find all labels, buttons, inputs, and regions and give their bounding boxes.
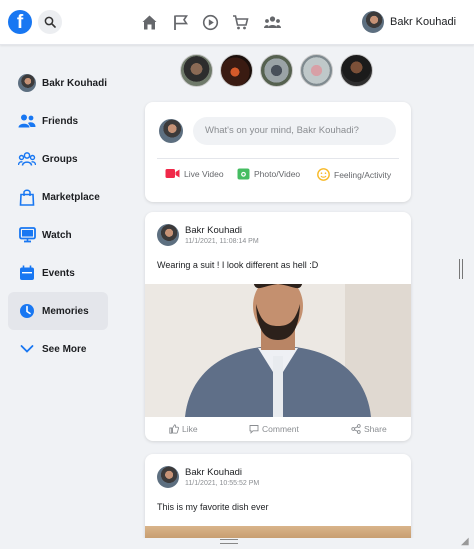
post-actions: Like Comment Share xyxy=(145,419,411,441)
comment-icon xyxy=(249,425,259,434)
groups-icon xyxy=(263,15,281,28)
photo-icon xyxy=(237,168,250,180)
post-text: Wearing a suit ! I look different as hel… xyxy=(157,260,319,270)
sidebar-item-label: See More xyxy=(42,343,87,355)
photo-video-button[interactable]: Photo/Video xyxy=(237,168,300,180)
sidebar-item-watch[interactable]: Watch xyxy=(8,216,108,254)
avatar[interactable] xyxy=(157,224,179,246)
top-navigation-bar: f Bakr Kouhadi xyxy=(0,0,474,45)
search-button[interactable] xyxy=(38,10,62,34)
groups-icon xyxy=(18,150,36,168)
events-icon xyxy=(18,264,36,282)
divider xyxy=(157,158,399,159)
groups-nav-button[interactable] xyxy=(262,12,282,32)
post-header: Bakr Kouhadi 11/1/2021, 11:08:14 PM xyxy=(157,224,259,246)
sidebar-item-label: Events xyxy=(42,267,75,279)
post-photo[interactable] xyxy=(145,284,411,417)
friends-icon xyxy=(18,112,36,130)
feeling-activity-label: Feeling/Activity xyxy=(334,169,392,180)
sidebar-item-groups[interactable]: Groups xyxy=(8,140,108,178)
home-icon xyxy=(142,15,156,29)
watch-nav-button[interactable] xyxy=(200,12,220,32)
flag-icon xyxy=(173,14,188,30)
avatar xyxy=(362,11,384,33)
avatar xyxy=(159,119,183,143)
feeling-activity-button[interactable]: Feeling/Activity xyxy=(317,168,391,181)
story-avatar[interactable] xyxy=(340,54,373,87)
avatar xyxy=(18,74,36,92)
avatar[interactable] xyxy=(157,466,179,488)
live-video-label: Live Video xyxy=(184,168,224,179)
marketplace-nav-button[interactable] xyxy=(230,12,250,32)
chevron-down-icon xyxy=(18,340,36,358)
sidebar-item-marketplace[interactable]: Marketplace xyxy=(8,178,108,216)
post-timestamp: 11/1/2021, 10:55:52 PM xyxy=(185,480,260,487)
composer-actions: Live Video Photo/Video Feeling/Activity xyxy=(145,168,411,188)
post-header: Bakr Kouhadi 11/1/2021, 10:55:52 PM xyxy=(157,466,259,488)
like-button[interactable]: Like xyxy=(169,424,198,434)
share-icon xyxy=(351,424,361,434)
search-icon xyxy=(44,16,56,28)
sidebar-item-label: Memories xyxy=(42,305,89,317)
story-avatar[interactable] xyxy=(260,54,293,87)
facebook-logo[interactable]: f xyxy=(8,10,32,34)
home-nav-button[interactable] xyxy=(139,12,159,32)
sidebar-item-label: Friends xyxy=(42,115,79,127)
post-text: This is my favorite dish ever xyxy=(157,502,269,512)
watch-icon xyxy=(202,14,218,30)
feed-post: Bakr Kouhadi 11/1/2021, 11:08:14 PM Wear… xyxy=(145,212,411,441)
video-camera-icon xyxy=(165,169,180,178)
sidebar-item-friends[interactable]: Friends xyxy=(8,102,108,140)
pages-nav-button[interactable] xyxy=(170,12,190,32)
sidebar-item-profile[interactable]: Bakr Kouhadi xyxy=(8,64,108,102)
profile-chip[interactable]: Bakr Kouhadi xyxy=(362,11,456,33)
sidebar-item-label: Watch xyxy=(42,229,72,241)
sidebar-item-label: Groups xyxy=(42,153,78,165)
post-author[interactable]: Bakr Kouhadi xyxy=(185,467,259,478)
story-avatar[interactable] xyxy=(300,54,333,87)
live-video-button[interactable]: Live Video xyxy=(165,168,224,179)
thumbs-up-icon xyxy=(169,424,179,434)
watch-icon xyxy=(18,226,36,244)
post-author[interactable]: Bakr Kouhadi xyxy=(185,225,259,236)
resize-grip[interactable] xyxy=(220,539,238,544)
profile-name: Bakr Kouhadi xyxy=(390,16,457,28)
story-avatar[interactable] xyxy=(180,54,213,87)
status-input[interactable]: What's on your mind, Bakr Kouhadi? xyxy=(193,117,396,145)
sidebar-item-label: Bakr Kouhadi xyxy=(42,77,108,89)
corner-resize-icon[interactable]: ◢ xyxy=(461,536,469,547)
share-label: Share xyxy=(364,424,387,434)
feed-post: Bakr Kouhadi 11/1/2021, 10:55:52 PM This… xyxy=(145,454,411,549)
sidebar-item-label: Marketplace xyxy=(42,191,100,203)
left-sidebar: Bakr Kouhadi Friends Groups Marketplace … xyxy=(8,64,108,368)
stories-row xyxy=(180,54,373,87)
sidebar-item-see-more[interactable]: See More xyxy=(8,330,108,368)
sidebar-item-events[interactable]: Events xyxy=(8,254,108,292)
story-avatar[interactable] xyxy=(220,54,253,87)
cart-icon xyxy=(232,14,249,29)
sidebar-item-memories[interactable]: Memories xyxy=(8,292,108,330)
post-timestamp: 11/1/2021, 11:08:14 PM xyxy=(185,238,259,245)
like-label: Like xyxy=(182,424,198,434)
clock-icon xyxy=(18,302,36,320)
portrait-photo xyxy=(145,284,411,417)
comment-label: Comment xyxy=(262,424,299,434)
post-composer: What's on your mind, Bakr Kouhadi? Live … xyxy=(145,102,411,202)
photo-video-label: Photo/Video xyxy=(254,169,301,179)
share-button[interactable]: Share xyxy=(351,424,387,434)
scrollbar-grip[interactable] xyxy=(459,259,463,279)
marketplace-icon xyxy=(18,188,36,206)
smiley-icon xyxy=(317,168,330,181)
comment-button[interactable]: Comment xyxy=(249,424,299,434)
